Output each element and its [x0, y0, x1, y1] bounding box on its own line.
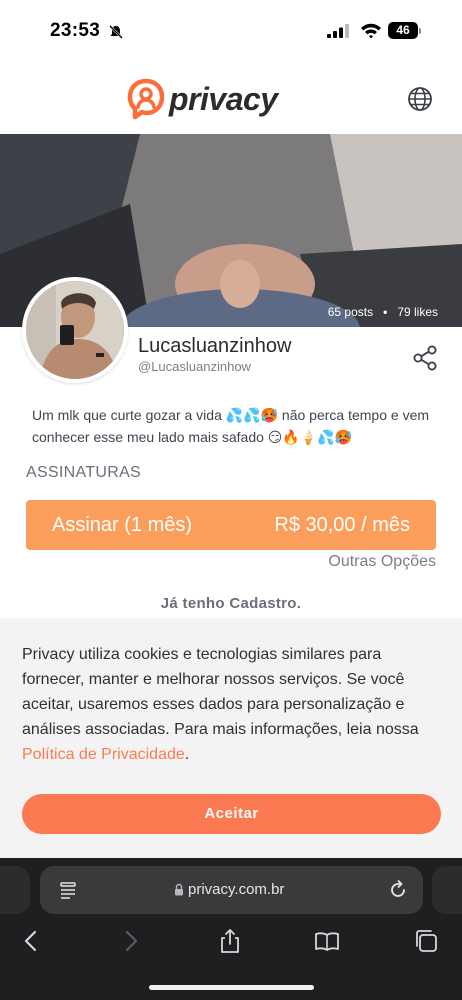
url-text: privacy.com.br	[188, 881, 285, 898]
site-header: privacy	[0, 60, 462, 134]
cookie-end: .	[184, 746, 190, 763]
wifi-icon	[361, 23, 381, 39]
battery-indicator: 46	[388, 22, 418, 39]
browser-toolbar: privacy.com.br	[0, 858, 462, 1000]
reload-icon[interactable]	[387, 879, 409, 901]
share-sheet-icon[interactable]	[217, 928, 243, 954]
status-bar: 23:53 46	[0, 0, 462, 60]
login-link[interactable]: Já tenho Cadastro.	[0, 595, 462, 612]
bookmarks-icon[interactable]	[314, 928, 340, 954]
cookie-text: Privacy utiliza cookies e tecnologias si…	[22, 642, 442, 767]
back-icon[interactable]	[18, 928, 44, 954]
bell-muted-icon	[109, 25, 123, 39]
privacy-logo[interactable]: privacy	[127, 78, 278, 120]
profile-bio: Um mlk que curte gozar a vida 💦💦🥵 não pe…	[32, 407, 430, 445]
avatar-image	[26, 281, 124, 379]
other-options-link[interactable]: Outras Opções	[328, 553, 436, 571]
accept-cookies-button[interactable]: Aceitar	[22, 794, 441, 834]
status-time: 23:53	[50, 20, 101, 41]
cookie-message: Privacy utiliza cookies e tecnologias si…	[22, 646, 419, 738]
battery-tip	[419, 28, 421, 34]
tabs-icon[interactable]	[413, 928, 439, 954]
globe-icon[interactable]	[407, 86, 433, 112]
home-indicator	[149, 985, 314, 990]
subscriptions-title: ASSINATURAS	[26, 464, 142, 481]
address-bar[interactable]: privacy.com.br	[40, 866, 423, 914]
profile-handle: @Lucasluanzinhow	[138, 359, 251, 374]
next-tab[interactable]	[432, 866, 462, 914]
posts-count: 65 posts	[327, 305, 374, 319]
share-icon[interactable]	[411, 344, 439, 372]
forward-icon[interactable]	[118, 928, 144, 954]
previous-tab[interactable]	[0, 866, 30, 914]
logo-text: privacy	[169, 80, 278, 117]
avatar[interactable]	[22, 277, 128, 383]
page-settings-icon[interactable]	[58, 880, 78, 900]
lock-icon	[175, 883, 183, 896]
cookie-banner: Privacy utiliza cookies e tecnologias si…	[0, 618, 462, 858]
privacy-policy-link[interactable]: Política de Privacidade	[22, 746, 185, 763]
cover-stats: 65 posts • 79 likes	[328, 305, 438, 319]
likes-count: 79 likes	[397, 305, 438, 319]
stats-separator: •	[383, 305, 388, 319]
plan-label: Assinar (1 mês)	[52, 513, 193, 536]
plan-price: R$ 30,00 / mês	[274, 513, 410, 536]
subscribe-button[interactable]: Assinar (1 mês) R$ 30,00 / mês	[26, 500, 436, 550]
privacy-logo-icon	[127, 78, 165, 120]
profile-name: Lucasluanzinhow	[138, 335, 292, 357]
signal-icon	[327, 24, 349, 38]
